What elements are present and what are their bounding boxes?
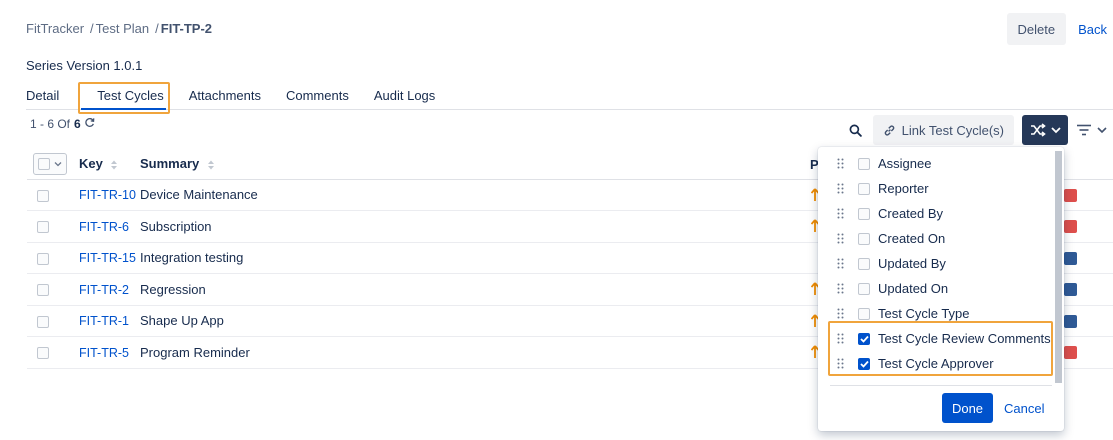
column-picker-item[interactable]: Created On — [818, 226, 1052, 251]
column-picker-label: Created By — [878, 206, 944, 221]
row-checkbox[interactable] — [37, 221, 49, 234]
drag-handle-icon[interactable] — [837, 308, 845, 319]
row-key-link[interactable]: FIT-TR-6 — [79, 220, 129, 234]
column-checkbox[interactable] — [858, 307, 870, 320]
column-picker-label: Test Cycle Review Comments — [878, 331, 1051, 346]
status-badge — [1064, 283, 1077, 297]
done-button[interactable]: Done — [942, 393, 993, 423]
status-badge — [1064, 251, 1077, 265]
column-checkbox[interactable] — [858, 207, 870, 220]
tab-audit-logs[interactable]: Audit Logs — [374, 82, 435, 109]
result-total: 6 — [74, 117, 81, 131]
link-test-cycle-label: Link Test Cycle(s) — [901, 122, 1004, 138]
chevron-down-icon — [54, 161, 62, 167]
checkmark-icon — [859, 360, 869, 368]
row-checkbox[interactable] — [37, 284, 49, 297]
column-picker-label: Updated By — [878, 256, 946, 271]
column-picker-item[interactable]: Created By — [818, 201, 1052, 226]
back-button[interactable]: Back — [1072, 13, 1113, 45]
column-picker-label: Assignee — [878, 156, 932, 171]
divider — [830, 385, 1052, 386]
column-checkbox[interactable] — [858, 232, 870, 245]
tab-detail[interactable]: Detail — [26, 82, 59, 109]
column-picker-dropdown: Assignee Reporter Created By Created On Upda… — [818, 147, 1064, 431]
tab-bar: Detail Test Cycles Attachments Comments … — [26, 82, 1113, 110]
column-checkbox[interactable] — [858, 357, 870, 370]
sort-icon — [111, 160, 118, 170]
column-picker-item[interactable]: Updated By — [818, 251, 1052, 276]
drag-handle-icon[interactable] — [837, 333, 845, 344]
breadcrumb-separator: / — [155, 21, 159, 36]
row-key-link[interactable]: FIT-TR-1 — [79, 314, 129, 328]
drag-handle-icon[interactable] — [837, 358, 845, 369]
result-count: 1 - 6 Of 6 — [30, 117, 95, 131]
tab-comments[interactable]: Comments — [286, 82, 349, 109]
checkmark-icon — [859, 335, 869, 343]
column-picker-item[interactable]: Updated On — [818, 276, 1052, 301]
sort-icon — [207, 160, 214, 170]
row-checkbox[interactable] — [37, 347, 49, 360]
tab-test-cycles[interactable]: Test Cycles — [81, 82, 167, 110]
column-picker-label: Updated On — [878, 281, 949, 296]
drag-handle-icon[interactable] — [837, 183, 845, 194]
column-picker-button[interactable] — [1022, 115, 1068, 145]
top-actions: Delete Back — [1006, 13, 1113, 45]
status-badge — [1064, 188, 1077, 202]
column-picker-label: Created On — [878, 231, 946, 246]
column-checkbox[interactable] — [858, 157, 870, 170]
chevron-down-icon — [1097, 127, 1107, 134]
drag-handle-icon[interactable] — [837, 233, 845, 244]
dropdown-scrollbar[interactable] — [1055, 151, 1062, 383]
column-picker-label: Test Cycle Approver — [878, 356, 994, 371]
drag-handle-icon[interactable] — [837, 208, 845, 219]
table-toolbar: Link Test Cycle(s) — [845, 115, 1107, 145]
link-test-cycle-button[interactable]: Link Test Cycle(s) — [872, 115, 1014, 145]
column-checkbox[interactable] — [858, 182, 870, 195]
breadcrumb-app[interactable]: FitTracker — [26, 21, 84, 36]
row-key-link[interactable]: FIT-TR-10 — [79, 188, 136, 202]
column-picker-item[interactable]: Assignee — [818, 151, 1052, 176]
series-version: Series Version 1.0.1 — [26, 58, 143, 73]
row-key-link[interactable]: FIT-TR-15 — [79, 251, 136, 265]
row-key-link[interactable]: FIT-TR-5 — [79, 346, 129, 360]
column-checkbox[interactable] — [858, 257, 870, 270]
breadcrumb-current: FIT-TP-2 — [160, 21, 213, 36]
result-range: 1 - 6 Of — [30, 117, 71, 131]
row-key-link[interactable]: FIT-TR-2 — [79, 283, 129, 297]
shuffle-icon — [1030, 123, 1046, 137]
column-picker-label: Test Cycle Type — [878, 306, 970, 321]
column-picker-item[interactable]: Test Cycle Approver — [818, 351, 1052, 376]
tab-attachments[interactable]: Attachments — [189, 82, 261, 109]
select-all-checkbox[interactable] — [33, 152, 67, 175]
column-picker-item[interactable]: Reporter — [818, 176, 1052, 201]
search-icon[interactable] — [845, 115, 867, 145]
column-picker-item[interactable]: Test Cycle Review Comments — [818, 326, 1052, 351]
refresh-icon[interactable] — [84, 117, 95, 131]
column-picker-item[interactable]: Test Cycle Type — [818, 301, 1052, 326]
breadcrumb: FitTracker / Test Plan / FIT-TP-2 — [26, 21, 212, 36]
link-icon — [884, 124, 894, 136]
breadcrumb-section[interactable]: Test Plan — [96, 21, 149, 36]
row-checkbox[interactable] — [37, 315, 49, 328]
column-picker-label: Reporter — [878, 181, 929, 196]
status-badge — [1064, 346, 1077, 360]
status-badge — [1064, 314, 1077, 328]
drag-handle-icon[interactable] — [837, 283, 845, 294]
drag-handle-icon[interactable] — [837, 258, 845, 269]
cancel-button[interactable]: Cancel — [1000, 393, 1048, 423]
delete-button[interactable]: Delete — [1006, 13, 1067, 45]
status-badge — [1064, 220, 1077, 234]
drag-handle-icon[interactable] — [837, 158, 845, 169]
row-checkbox[interactable] — [37, 252, 49, 265]
row-checkbox[interactable] — [37, 189, 49, 202]
column-header-key[interactable]: Key — [79, 149, 140, 180]
checkbox — [38, 157, 50, 170]
column-checkbox[interactable] — [858, 332, 870, 345]
filter-icon[interactable] — [1076, 124, 1107, 136]
chevron-down-icon — [1050, 127, 1061, 134]
column-checkbox[interactable] — [858, 282, 870, 295]
breadcrumb-separator: / — [90, 21, 94, 36]
